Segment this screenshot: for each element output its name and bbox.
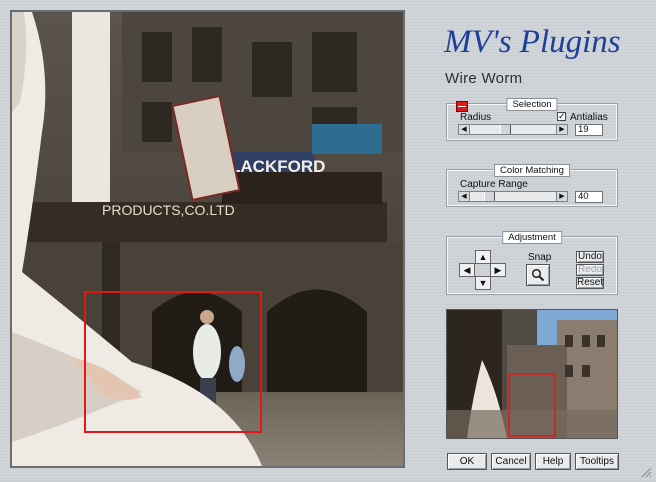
right-arrow-icon[interactable]: ▶ xyxy=(556,125,567,134)
radius-slider-thumb[interactable] xyxy=(500,125,511,134)
check-icon: ✓ xyxy=(558,111,566,121)
radius-slider[interactable]: ◀ ▶ xyxy=(458,124,568,135)
down-arrow-icon: ▼ xyxy=(478,278,488,288)
capture-range-value-field[interactable]: 40 xyxy=(575,191,603,203)
right-arrow-icon[interactable]: ▶ xyxy=(556,192,567,201)
radius-value-field[interactable]: 19 xyxy=(575,124,603,136)
snap-label: Snap xyxy=(528,252,552,263)
snap-button[interactable] xyxy=(526,264,550,286)
help-button[interactable]: Help xyxy=(535,453,571,470)
capture-slider-thumb[interactable] xyxy=(484,192,495,201)
svg-text:MV's Plugins: MV's Plugins xyxy=(443,24,621,60)
wire-worm-dialog: PRODUCTS,CO.LTD LACKFORD MV's Plugins Wi… xyxy=(0,0,656,482)
undo-button[interactable]: Undo xyxy=(576,251,604,263)
magnifier-icon xyxy=(531,268,545,282)
tooltips-button[interactable]: Tooltips xyxy=(575,453,619,470)
main-preview[interactable]: PRODUCTS,CO.LTD LACKFORD xyxy=(10,10,405,468)
left-arrow-icon[interactable]: ◀ xyxy=(459,192,470,201)
antialias-checkbox[interactable]: ✓ xyxy=(557,112,566,121)
thumbnail-photo xyxy=(447,310,617,438)
brand-logo: MV's Plugins xyxy=(443,24,621,60)
plugin-title: Wire Worm xyxy=(445,70,523,87)
color-matching-group-label: Color Matching xyxy=(494,164,570,177)
adjustment-group-label: Adjustment xyxy=(502,231,562,244)
capture-range-label: Capture Range xyxy=(460,179,528,190)
move-right-button[interactable]: ▶ xyxy=(490,263,506,277)
selection-color-swatch[interactable] xyxy=(456,101,468,112)
move-down-button[interactable]: ▼ xyxy=(475,276,491,290)
cancel-button[interactable]: Cancel xyxy=(491,453,531,470)
right-arrow-icon: ▶ xyxy=(494,265,502,275)
selection-group-label: Selection xyxy=(506,98,558,111)
move-left-button[interactable]: ◀ xyxy=(459,263,475,277)
move-up-button[interactable]: ▲ xyxy=(475,250,491,264)
up-arrow-icon: ▲ xyxy=(478,252,488,262)
radius-label: Radius xyxy=(460,112,492,123)
left-arrow-icon: ◀ xyxy=(463,265,471,275)
reset-button[interactable]: Reset xyxy=(576,277,604,289)
preview-photo: PRODUCTS,CO.LTD LACKFORD xyxy=(12,12,403,466)
navigator-thumbnail[interactable] xyxy=(446,309,618,439)
svg-text:PRODUCTS,CO.LTD: PRODUCTS,CO.LTD xyxy=(102,202,235,218)
resize-grip-icon[interactable] xyxy=(640,466,652,478)
capture-range-slider[interactable]: ◀ ▶ xyxy=(458,191,568,202)
ok-button[interactable]: OK xyxy=(447,453,487,470)
redo-button[interactable]: Redo xyxy=(576,264,604,276)
antialias-label: Antialias xyxy=(570,112,608,123)
left-arrow-icon[interactable]: ◀ xyxy=(459,125,470,134)
